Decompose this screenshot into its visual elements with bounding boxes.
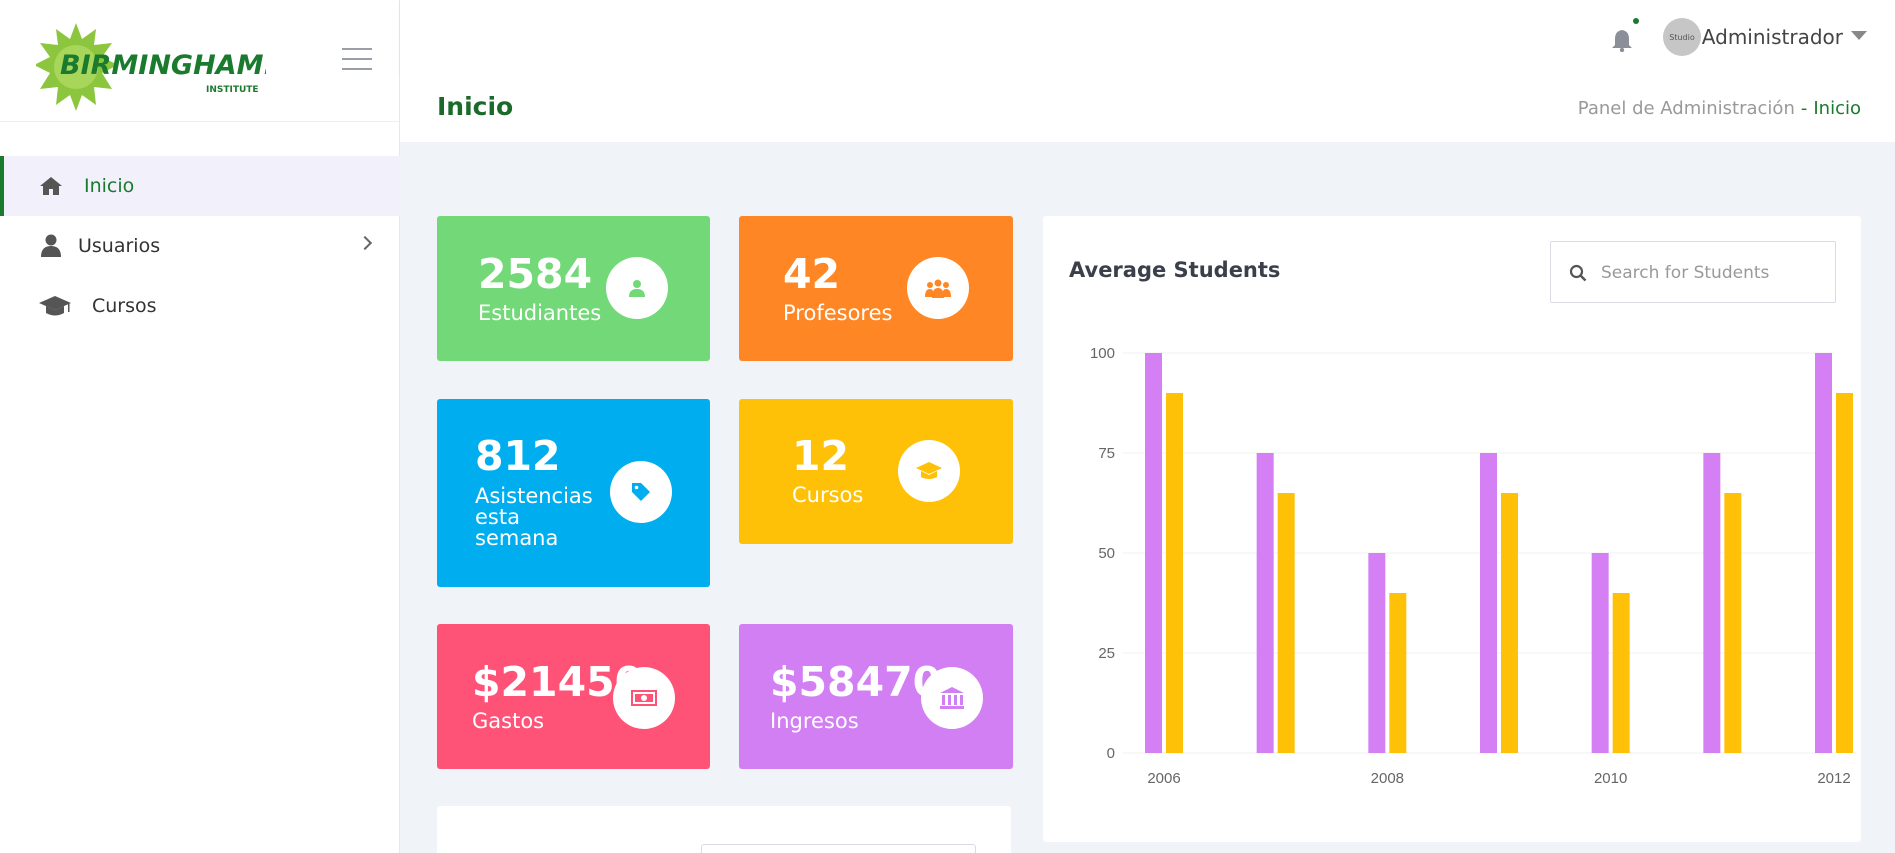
breadcrumb-separator: -: [1800, 98, 1808, 119]
bar: [1815, 353, 1832, 753]
bottom-panel: [437, 806, 1011, 853]
bar: [1368, 553, 1386, 753]
x-tick-label: 2010: [1594, 770, 1627, 787]
tag-icon: [610, 461, 672, 523]
x-tick-label: 2006: [1147, 770, 1180, 787]
money-icon: [613, 667, 675, 729]
group-icon: [907, 257, 969, 319]
stat-label: Asistencias esta semana: [475, 484, 593, 550]
page-header: Inicio Panel de Administración - Inicio: [400, 76, 1895, 142]
y-tick-label: 0: [1107, 745, 1115, 762]
notification-bell-icon[interactable]: [1611, 28, 1633, 52]
bar: [1480, 453, 1497, 753]
user-icon: [606, 257, 668, 319]
stat-value: 2584: [478, 250, 593, 298]
bar: [1724, 493, 1742, 753]
bar: [1612, 593, 1630, 753]
bar-chart: 0 25 50 75 100 2006 2008 2010 2012: [1090, 345, 1853, 787]
stat-label: Ingresos: [770, 709, 859, 733]
sidebar: BIRMINGHAM. INSTITUTE Inicio Usuarios Cu…: [0, 0, 400, 853]
logo-area: BIRMINGHAM. INSTITUTE: [0, 0, 399, 122]
search-icon: [1569, 264, 1587, 282]
breadcrumb-current: Inicio: [1813, 98, 1861, 119]
bar: [1389, 593, 1407, 753]
stat-card-ingresos[interactable]: $58470 Ingresos: [739, 624, 1013, 769]
stat-value: 812: [475, 432, 561, 480]
stat-value: 12: [792, 432, 850, 480]
stat-card-gastos[interactable]: $21450 Gastos: [437, 624, 710, 769]
user-menu-label[interactable]: Administrador: [1702, 25, 1843, 49]
bar: [1591, 553, 1609, 753]
stat-label: Gastos: [472, 709, 545, 733]
sidebar-item-cursos[interactable]: Cursos: [0, 276, 400, 336]
breadcrumb: Panel de Administración - Inicio: [1578, 98, 1861, 119]
chevron-right-icon: [357, 235, 373, 251]
bar: [1703, 453, 1721, 753]
stat-card-profesores[interactable]: 42 Profesores: [739, 216, 1013, 361]
y-tick-label: 75: [1098, 445, 1115, 462]
hamburger-line: [342, 68, 372, 70]
birmingham-logo[interactable]: BIRMINGHAM. INSTITUTE: [36, 22, 266, 112]
stat-value: $58470: [770, 658, 942, 706]
sidebar-item-usuarios[interactable]: Usuarios: [0, 216, 400, 276]
search-input[interactable]: [1601, 258, 1821, 288]
menu-toggle-button[interactable]: [342, 48, 372, 72]
x-tick-label: 2012: [1817, 770, 1850, 787]
y-tick-label: 25: [1098, 645, 1115, 662]
notification-dot: [1633, 18, 1639, 24]
panel-title: Average Students: [1069, 258, 1281, 282]
hamburger-line: [342, 48, 372, 50]
sidebar-item-label: Cursos: [92, 295, 157, 317]
graduation-cap-icon: [38, 293, 72, 319]
y-tick-label: 50: [1098, 545, 1115, 562]
bar: [1836, 393, 1853, 753]
page-title: Inicio: [437, 92, 514, 121]
bottom-panel-field[interactable]: [701, 844, 976, 853]
sidebar-item-inicio[interactable]: Inicio: [0, 156, 400, 216]
bar: [1166, 393, 1183, 753]
x-tick-label: 2008: [1371, 770, 1404, 787]
caret-down-icon[interactable]: [1851, 31, 1867, 40]
stat-value: 42: [783, 250, 841, 298]
bar: [1277, 493, 1295, 753]
sidebar-nav: Inicio Usuarios Cursos: [0, 156, 400, 336]
search-box[interactable]: [1550, 241, 1836, 303]
stat-label: Profesores: [783, 301, 893, 325]
bar: [1145, 353, 1162, 753]
stat-label: Estudiantes: [478, 301, 602, 325]
breadcrumb-item[interactable]: Panel de Administración: [1578, 98, 1795, 119]
y-tick-label: 100: [1090, 345, 1115, 362]
svg-text:INSTITUTE: INSTITUTE: [206, 85, 259, 95]
sidebar-item-label: Usuarios: [78, 235, 161, 257]
home-icon: [38, 173, 64, 199]
svg-text:BIRMINGHAM.: BIRMINGHAM.: [60, 50, 266, 81]
topbar: Studio Administrador: [400, 0, 1895, 76]
sidebar-item-label: Inicio: [84, 175, 135, 197]
bar: [1501, 493, 1518, 753]
bank-icon: [921, 667, 983, 729]
bar: [1256, 453, 1274, 753]
hamburger-line: [342, 58, 372, 60]
user-icon: [38, 233, 64, 259]
average-students-panel: Average Students 0 25 50 75 100 2006 2008 2010 2…: [1043, 216, 1861, 842]
stat-label: Cursos: [792, 483, 864, 507]
graduation-cap-icon: [898, 440, 960, 502]
stat-card-asistencias[interactable]: 812 Asistencias esta semana: [437, 399, 710, 587]
stat-card-estudiantes[interactable]: 2584 Estudiantes: [437, 216, 710, 361]
stat-card-cursos[interactable]: 12 Cursos: [739, 399, 1013, 544]
avatar[interactable]: Studio: [1663, 18, 1701, 56]
